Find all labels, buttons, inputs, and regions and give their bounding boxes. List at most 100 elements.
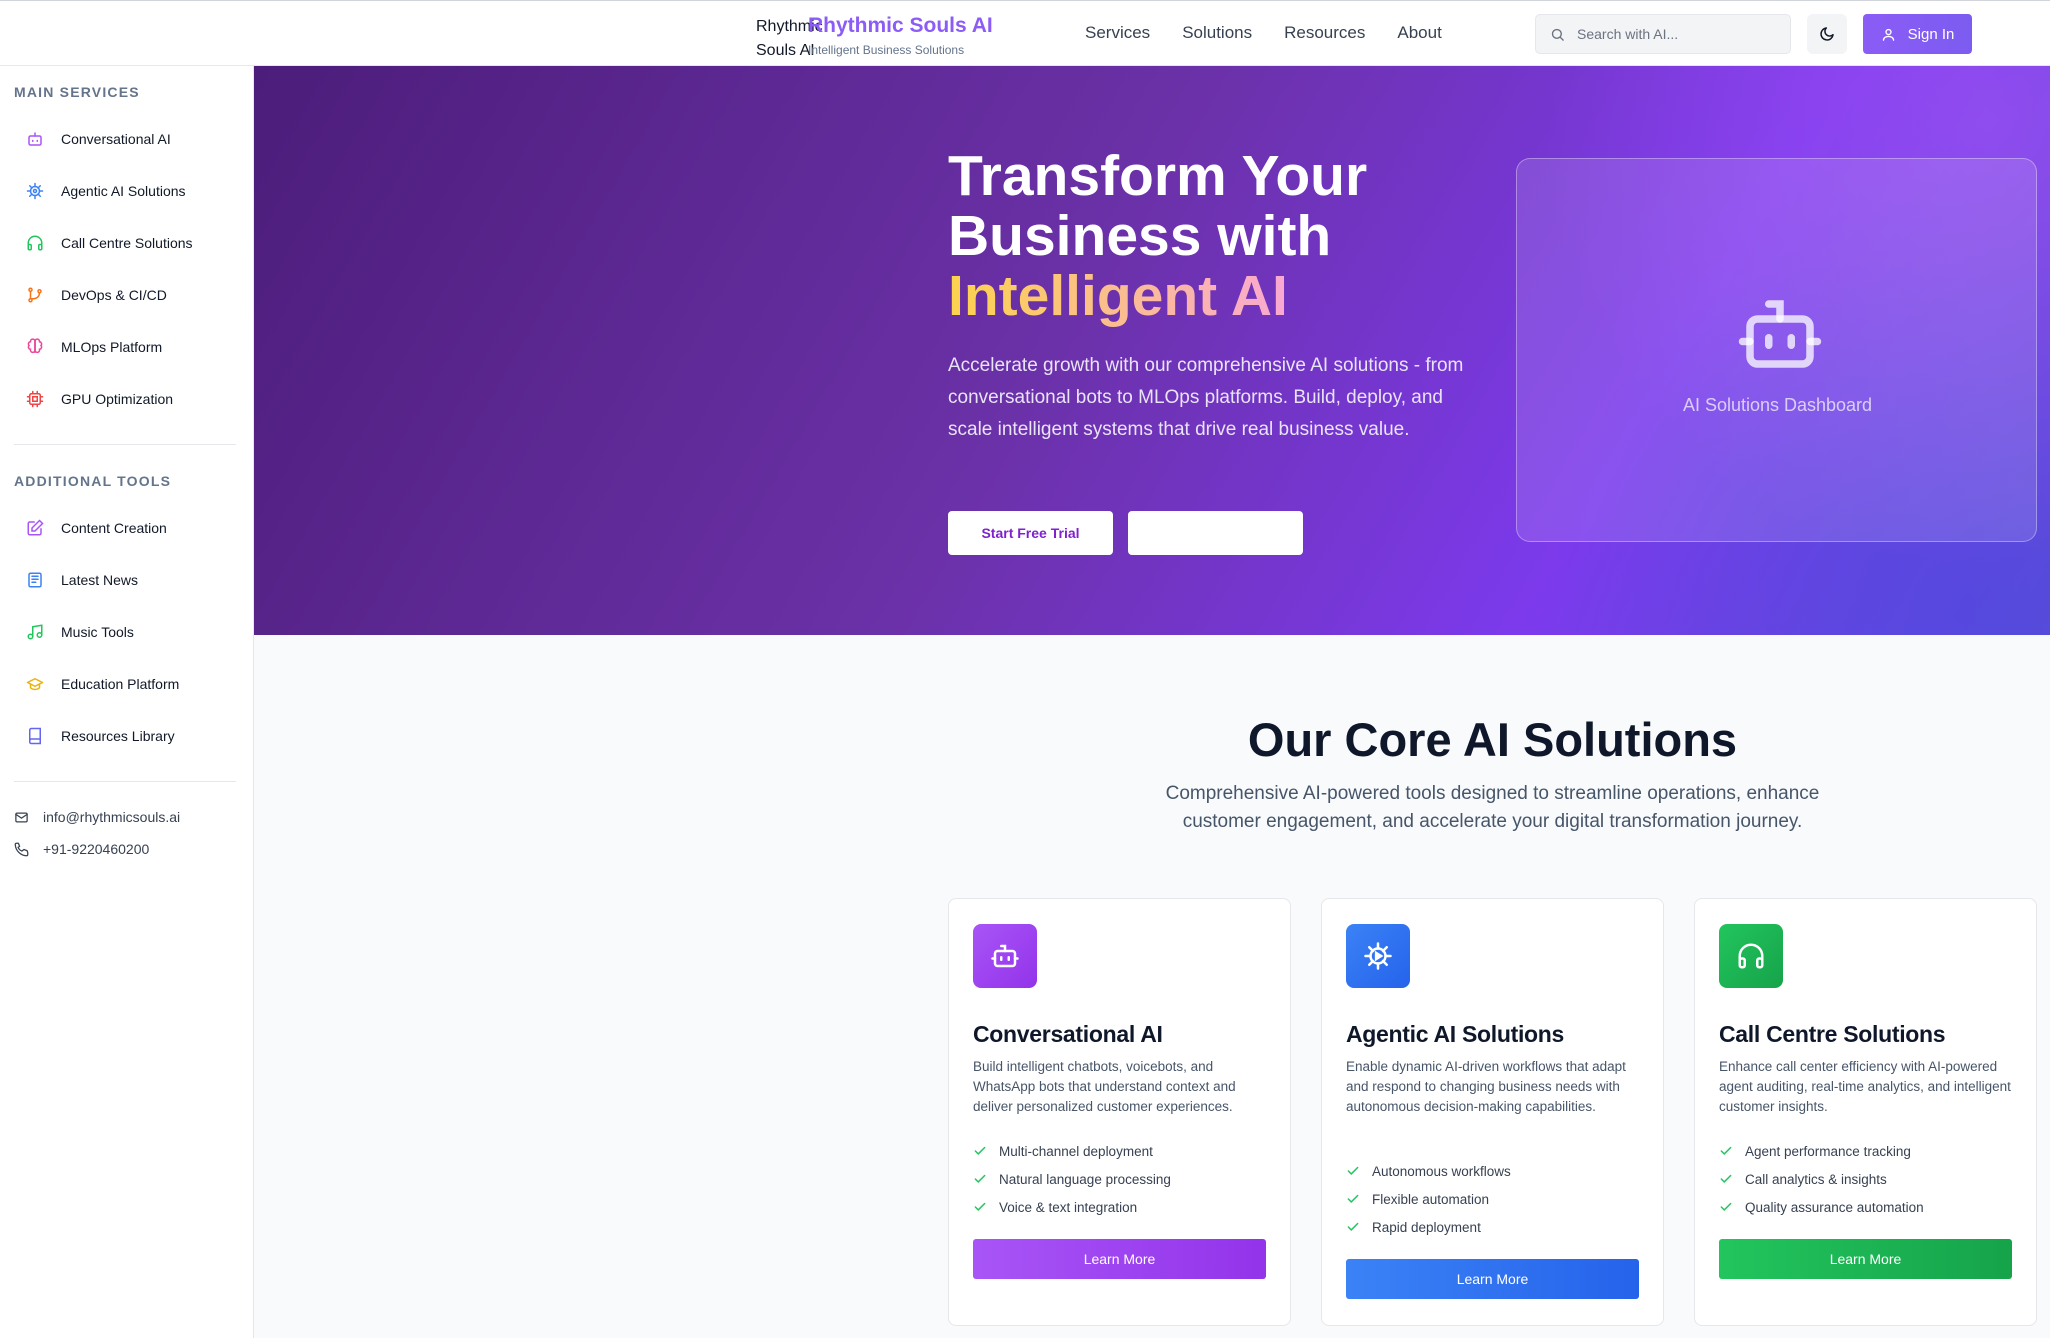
learn-more-button[interactable]: Learn More bbox=[1719, 1239, 2012, 1279]
sidebar-item-label: Latest News bbox=[61, 572, 139, 588]
hero-title-accent: Intelligent AI bbox=[948, 264, 1288, 328]
card-title: Agentic AI Solutions bbox=[1346, 1021, 1565, 1047]
contact-phone[interactable]: +91-9220460200 bbox=[14, 841, 149, 857]
card-title: Conversational AI bbox=[973, 1021, 1163, 1047]
check-icon bbox=[1720, 1202, 1732, 1211]
section-title: Our Core AI Solutions bbox=[1247, 713, 1738, 766]
feature-text: Flexible automation bbox=[1372, 1191, 1490, 1207]
sidebar-item-call-centre[interactable]: Call Centre Solutions bbox=[26, 228, 193, 258]
sidebar-item-label: MLOps Platform bbox=[61, 339, 163, 355]
check-icon bbox=[1347, 1222, 1359, 1231]
check-icon bbox=[1720, 1174, 1732, 1183]
newspaper-icon bbox=[28, 572, 42, 588]
feature-item: Flexible automation bbox=[1346, 1185, 1511, 1213]
check-icon bbox=[974, 1202, 986, 1211]
edit-icon bbox=[27, 519, 44, 536]
bot-icon bbox=[1738, 300, 1822, 368]
feature-text: Voice & text integration bbox=[999, 1199, 1138, 1215]
sidebar-item-resources-library[interactable]: Resources Library bbox=[26, 721, 175, 751]
feature-text: Multi-channel deployment bbox=[999, 1143, 1153, 1159]
git-branch-icon bbox=[28, 287, 42, 303]
nav-resources[interactable]: Resources bbox=[1284, 23, 1365, 43]
feature-text: Rapid deployment bbox=[1372, 1219, 1481, 1235]
learn-more-button[interactable]: Learn More bbox=[973, 1239, 1266, 1279]
contact-email[interactable]: info@rhythmicsouls.ai bbox=[14, 809, 180, 825]
nav-services[interactable]: Services bbox=[1085, 23, 1150, 43]
cog-icon bbox=[26, 182, 44, 200]
bot-icon bbox=[28, 132, 42, 146]
solution-card-agentic-ai: Agentic AI Solutions Enable dynamic AI-d… bbox=[1321, 898, 1664, 1326]
sidebar: MAIN SERVICES Conversational AI Agentic … bbox=[0, 66, 254, 1338]
learn-more-button[interactable]: Learn More bbox=[1346, 1259, 1639, 1299]
sidebar-item-label: Conversational AI bbox=[61, 131, 171, 147]
hero-title-line2: Business with bbox=[948, 204, 1332, 268]
sidebar-item-label: Call Centre Solutions bbox=[61, 235, 193, 251]
book-icon bbox=[29, 727, 41, 745]
sidebar-item-label: Content Creation bbox=[61, 520, 167, 536]
sidebar-item-label: GPU Optimization bbox=[61, 391, 174, 407]
headphones-icon bbox=[27, 235, 43, 251]
feature-text: Quality assurance automation bbox=[1745, 1199, 1924, 1215]
sidebar-item-mlops[interactable]: MLOps Platform bbox=[26, 332, 162, 362]
brand-title[interactable]: Rhythmic Souls AI bbox=[808, 14, 993, 38]
check-icon bbox=[1720, 1146, 1732, 1155]
card-description: Enhance call center efficiency with AI-p… bbox=[1719, 1059, 2011, 1114]
cog-icon bbox=[1364, 942, 1392, 970]
feature-item: Rapid deployment bbox=[1346, 1213, 1511, 1241]
solution-card-conversational-ai: Conversational AI Build intelligent chat… bbox=[948, 898, 1291, 1326]
hero-section: Transform Your Business with Intelligent… bbox=[254, 66, 2050, 635]
nav-about[interactable]: About bbox=[1397, 23, 1441, 43]
card-icon-box bbox=[1719, 924, 1783, 988]
feature-text: Call analytics & insights bbox=[1745, 1171, 1887, 1187]
main-nav: Services Solutions Resources About bbox=[1085, 23, 1442, 43]
card-icon-box bbox=[1346, 924, 1410, 988]
brand-subtitle: Intelligent Business Solutions bbox=[808, 43, 965, 57]
card-feature-list: Agent performance tracking Call analytic… bbox=[1719, 1137, 1924, 1221]
sidebar-item-gpu[interactable]: GPU Optimization bbox=[26, 384, 173, 414]
phone-icon bbox=[14, 842, 29, 856]
search-icon bbox=[1551, 28, 1564, 41]
feature-item: Multi-channel deployment bbox=[973, 1137, 1171, 1165]
check-icon bbox=[974, 1174, 986, 1183]
sidebar-item-music-tools[interactable]: Music Tools bbox=[26, 617, 134, 647]
sidebar-item-agentic-ai[interactable]: Agentic AI Solutions bbox=[26, 176, 186, 206]
card-description: Enable dynamic AI-driven workflows that … bbox=[1346, 1059, 1626, 1114]
brain-icon bbox=[27, 338, 43, 354]
search-input[interactable] bbox=[1577, 26, 1777, 42]
dashboard-label: AI Solutions Dashboard bbox=[1682, 395, 1873, 415]
user-icon bbox=[1882, 28, 1894, 41]
sign-in-button[interactable]: Sign In bbox=[1863, 14, 1972, 54]
headphones-icon bbox=[1738, 943, 1764, 969]
sidebar-divider bbox=[14, 781, 236, 782]
sidebar-item-label: Music Tools bbox=[61, 624, 134, 640]
check-icon bbox=[974, 1146, 986, 1155]
sidebar-item-education[interactable]: Education Platform bbox=[26, 669, 179, 699]
sidebar-item-label: Education Platform bbox=[61, 676, 180, 692]
brand[interactable]: Rhythmic Souls AI Intelligent Business S… bbox=[808, 14, 993, 57]
sidebar-item-devops[interactable]: DevOps & CI/CD bbox=[26, 280, 167, 310]
search-box[interactable] bbox=[1535, 14, 1791, 54]
sidebar-item-content-creation[interactable]: Content Creation bbox=[26, 513, 167, 543]
sidebar-item-conversational-ai[interactable]: Conversational AI bbox=[26, 124, 171, 154]
card-description: Build intelligent chatbots, voicebots, a… bbox=[973, 1059, 1236, 1114]
check-icon bbox=[1347, 1166, 1359, 1175]
nav-solutions[interactable]: Solutions bbox=[1182, 23, 1252, 43]
contact-phone-text: +91-9220460200 bbox=[43, 841, 150, 857]
bot-icon bbox=[991, 944, 1019, 968]
sidebar-item-latest-news[interactable]: Latest News bbox=[26, 565, 138, 595]
card-feature-list: Autonomous workflows Flexible automation… bbox=[1346, 1157, 1511, 1241]
hero-title: Transform Your Business with Intelligent… bbox=[948, 146, 1448, 326]
sidebar-item-label: Resources Library bbox=[61, 728, 175, 744]
card-feature-list: Multi-channel deployment Natural languag… bbox=[973, 1137, 1171, 1221]
contact-email-text: info@rhythmicsouls.ai bbox=[43, 809, 181, 825]
secondary-hero-button[interactable] bbox=[1128, 511, 1303, 555]
start-free-trial-button[interactable]: Start Free Trial bbox=[948, 511, 1113, 555]
hero-description: Accelerate growth with our comprehensive… bbox=[948, 355, 1464, 440]
feature-text: Natural language processing bbox=[999, 1171, 1171, 1187]
sidebar-heading-main-services: MAIN SERVICES bbox=[14, 84, 140, 100]
hero-title-line1: Transform Your bbox=[948, 144, 1368, 208]
sidebar-item-label: Agentic AI Solutions bbox=[61, 183, 186, 199]
sign-in-label: Sign In bbox=[1907, 25, 1955, 43]
theme-toggle-button[interactable] bbox=[1807, 14, 1847, 54]
card-icon-box bbox=[973, 924, 1037, 988]
